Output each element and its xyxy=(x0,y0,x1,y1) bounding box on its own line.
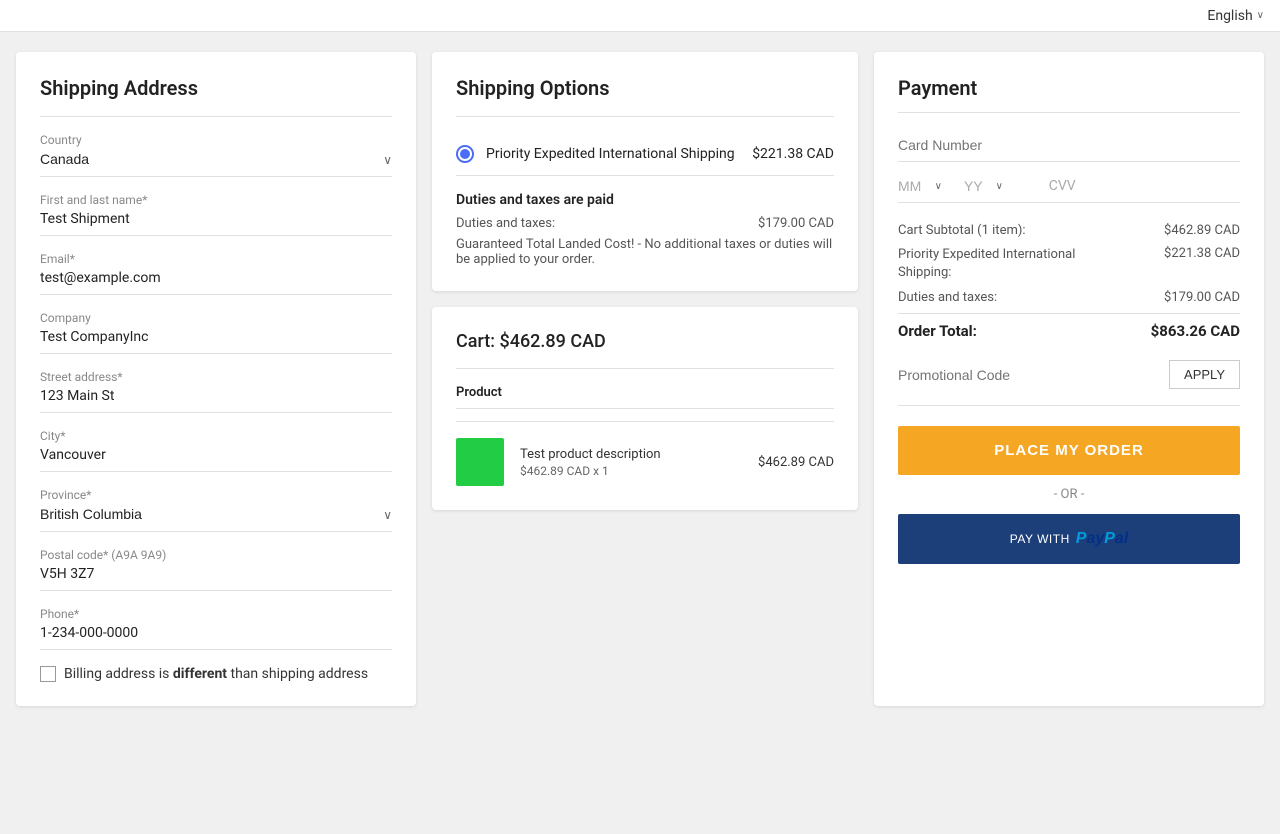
company-field-group: Company Test CompanyInc xyxy=(40,311,392,354)
shipping-address-title: Shipping Address xyxy=(40,76,392,100)
chevron-down-icon: ∨ xyxy=(1257,10,1264,21)
duties-summary-label: Duties and taxes: xyxy=(898,290,997,305)
country-select[interactable]: Canada xyxy=(40,151,392,167)
duties-note: Guaranteed Total Landed Cost! - No addit… xyxy=(456,237,834,267)
phone-value: 1-234-000-0000 xyxy=(40,625,392,650)
shipping-option-item[interactable]: Priority Expedited International Shippin… xyxy=(456,133,834,176)
radio-selected-icon xyxy=(456,145,474,163)
duties-row: Duties and taxes: $179.00 CAD xyxy=(456,216,834,231)
city-value: Vancouver xyxy=(40,447,392,472)
company-value: Test CompanyInc xyxy=(40,329,392,354)
email-value: test@example.com xyxy=(40,270,392,295)
billing-different-checkbox[interactable] xyxy=(40,666,56,682)
apply-button[interactable]: APPLY xyxy=(1169,360,1240,389)
cart-table-header: Product xyxy=(456,385,834,409)
shipping-option-name: Priority Expedited International Shippin… xyxy=(486,146,740,162)
product-info: Test product description $462.89 CAD x 1 xyxy=(520,447,742,478)
cart-subtotal-label: Cart Subtotal (1 item): xyxy=(898,223,1026,238)
payment-title: Payment xyxy=(898,76,1240,100)
province-label: Province* xyxy=(40,488,392,502)
billing-label: Billing address is different than shippi… xyxy=(64,666,368,682)
yy-select[interactable]: YY xyxy=(964,178,1003,194)
place-order-button[interactable]: PLACE MY ORDER xyxy=(898,426,1240,475)
product-thumbnail xyxy=(456,438,504,486)
postal-field-group: Postal code* (A9A 9A9) V5H 3Z7 xyxy=(40,548,392,591)
product-price-detail: $462.89 CAD x 1 xyxy=(520,464,742,478)
duties-value: $179.00 CAD xyxy=(758,216,834,231)
paypal-logo: PayPal xyxy=(1076,530,1128,548)
order-total-value: $863.26 CAD xyxy=(1151,322,1240,340)
radio-inner xyxy=(460,149,470,159)
cart-subtotal-row: Cart Subtotal (1 item): $462.89 CAD xyxy=(898,223,1240,238)
name-label: First and last name* xyxy=(40,193,392,207)
shipping-options-title: Shipping Options xyxy=(456,76,834,100)
yy-separator xyxy=(1011,179,1041,193)
cvv-placeholder: CVV xyxy=(1049,178,1240,194)
shipping-address-panel: Shipping Address Country Canada First an… xyxy=(16,52,416,706)
shipping-option-price: $221.38 CAD xyxy=(752,146,834,162)
province-select[interactable]: British Columbia xyxy=(40,506,392,522)
company-label: Company xyxy=(40,311,392,325)
city-label: City* xyxy=(40,429,392,443)
language-selector[interactable]: English ∨ xyxy=(1207,8,1264,24)
province-field-group: Province* British Columbia xyxy=(40,488,392,532)
province-select-wrapper: British Columbia xyxy=(40,506,392,523)
phone-label: Phone* xyxy=(40,607,392,621)
duties-summary-value: $179.00 CAD xyxy=(1164,290,1240,305)
paypal-pay-with-label: PAY WITH xyxy=(1010,532,1070,546)
city-field-group: City* Vancouver xyxy=(40,429,392,472)
mm-separator xyxy=(950,179,956,193)
country-field-group: Country Canada xyxy=(40,133,392,177)
country-label: Country xyxy=(40,133,392,147)
province-field: British Columbia xyxy=(40,506,392,532)
product-name: Test product description xyxy=(520,447,742,462)
duties-box: Duties and taxes are paid Duties and tax… xyxy=(456,192,834,267)
phone-field-group: Phone* 1-234-000-0000 xyxy=(40,607,392,650)
country-field: Canada xyxy=(40,151,392,177)
street-label: Street address* xyxy=(40,370,392,384)
cart-panel: Cart: $462.89 CAD Product Test product d… xyxy=(432,307,858,510)
yy-select-wrapper: YY ∨ xyxy=(964,178,1003,194)
cart-subtotal-value: $462.89 CAD xyxy=(1164,223,1240,238)
name-value: Test Shipment xyxy=(40,211,392,236)
duties-title: Duties and taxes are paid xyxy=(456,192,834,208)
duties-label: Duties and taxes: xyxy=(456,216,555,231)
shipping-summary-label: Priority Expedited International Shippin… xyxy=(898,246,1098,282)
postal-value: V5H 3Z7 xyxy=(40,566,392,591)
order-total-label: Order Total: xyxy=(898,322,977,340)
top-bar: English ∨ xyxy=(0,0,1280,32)
mm-select-wrapper: MM ∨ xyxy=(898,178,942,194)
product-price: $462.89 CAD xyxy=(758,455,834,470)
email-field-group: Email* test@example.com xyxy=(40,252,392,295)
main-content: Shipping Address Country Canada First an… xyxy=(0,32,1280,726)
card-number-input[interactable] xyxy=(898,129,1240,162)
shipping-options-panel: Shipping Options Priority Expedited Inte… xyxy=(432,52,858,291)
language-label: English xyxy=(1207,8,1252,24)
center-column: Shipping Options Priority Expedited Inte… xyxy=(432,52,858,706)
payment-panel: Payment MM ∨ YY ∨ CVV xyxy=(874,52,1264,706)
paypal-button[interactable]: PAY WITH PayPal xyxy=(898,514,1240,564)
or-divider: - OR - xyxy=(898,487,1240,502)
street-value: 123 Main St xyxy=(40,388,392,413)
cart-title: Cart: $462.89 CAD xyxy=(456,331,834,352)
promo-row: APPLY xyxy=(898,360,1240,406)
card-expiry-row: MM ∨ YY ∨ CVV xyxy=(898,178,1240,203)
email-label: Email* xyxy=(40,252,392,266)
duties-summary-row: Duties and taxes: $179.00 CAD xyxy=(898,290,1240,305)
street-field-group: Street address* 123 Main St xyxy=(40,370,392,413)
country-select-wrapper: Canada xyxy=(40,151,392,168)
shipping-summary-value: $221.38 CAD xyxy=(1164,246,1240,261)
promo-input[interactable] xyxy=(898,360,1161,389)
postal-label: Postal code* (A9A 9A9) xyxy=(40,548,392,562)
cart-item: Test product description $462.89 CAD x 1… xyxy=(456,438,834,486)
mm-select[interactable]: MM xyxy=(898,178,942,194)
order-total-row: Order Total: $863.26 CAD xyxy=(898,313,1240,340)
shipping-summary-row: Priority Expedited International Shippin… xyxy=(898,246,1240,282)
billing-checkbox-row: Billing address is different than shippi… xyxy=(40,666,392,682)
name-field-group: First and last name* Test Shipment xyxy=(40,193,392,236)
